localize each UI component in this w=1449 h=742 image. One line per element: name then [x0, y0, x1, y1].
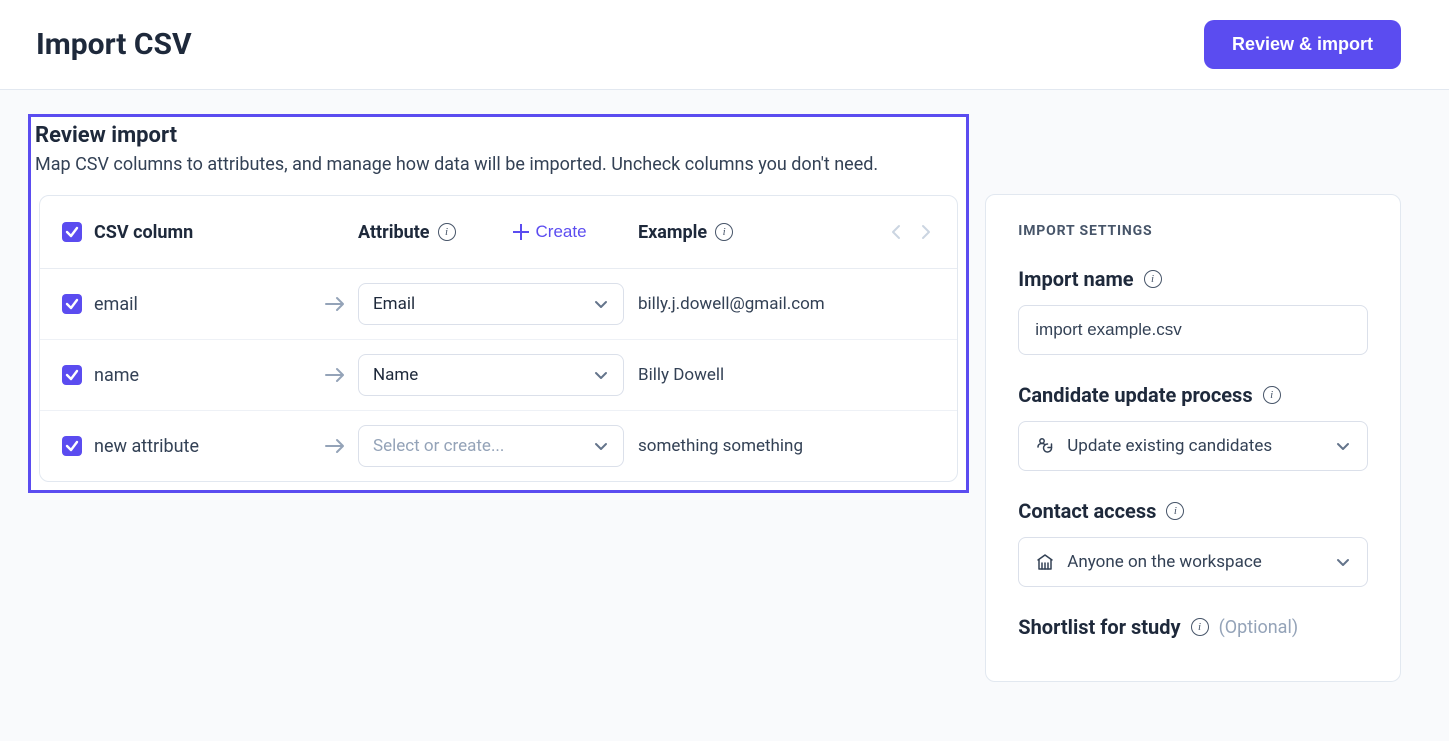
shortlist-label: Shortlist for study — [1018, 615, 1180, 639]
import-name-field: Import name i — [1018, 267, 1368, 355]
page-header: Import CSV Review & import — [0, 0, 1449, 90]
workspace-icon — [1035, 552, 1055, 572]
prev-example-button[interactable] — [887, 220, 905, 244]
row-checkbox[interactable] — [62, 294, 82, 314]
info-icon[interactable]: i — [1191, 618, 1209, 636]
review-import-button[interactable]: Review & import — [1204, 20, 1401, 69]
page-title: Import CSV — [36, 27, 192, 62]
info-icon[interactable]: i — [715, 223, 733, 241]
settings-heading: IMPORT SETTINGS — [1018, 223, 1368, 239]
plus-icon — [512, 223, 530, 241]
csv-column-name: new attribute — [94, 436, 199, 457]
mapping-row: new attribute Select or create... someth… — [40, 410, 957, 481]
info-icon[interactable]: i — [1166, 502, 1184, 520]
contact-access-field: Contact access i Anyone on the workspace — [1018, 499, 1368, 587]
attribute-select[interactable]: Name — [358, 354, 624, 396]
import-name-label: Import name — [1018, 267, 1133, 291]
review-import-panel: Review import Map CSV columns to attribu… — [28, 114, 969, 493]
import-name-input[interactable] — [1018, 305, 1368, 355]
contact-access-dropdown[interactable]: Anyone on the workspace — [1018, 537, 1368, 587]
attribute-select-value: Email — [373, 294, 415, 314]
csv-column-header: CSV column — [94, 222, 193, 243]
csv-column-name: name — [94, 365, 139, 386]
csv-column-name: email — [94, 294, 138, 315]
example-value: billy.j.dowell@gmail.com — [638, 294, 825, 314]
review-title: Review import — [35, 123, 962, 148]
mapping-row: email Email billy.j.dowell@gmail.com — [40, 269, 957, 339]
chevron-down-icon — [1335, 554, 1351, 570]
arrow-right-icon — [323, 436, 347, 456]
row-checkbox[interactable] — [62, 436, 82, 456]
arrow-right-icon — [323, 365, 347, 385]
chevron-down-icon — [593, 367, 609, 383]
example-value: something something — [638, 436, 803, 456]
select-all-checkbox[interactable] — [62, 222, 82, 242]
optional-label: (Optional) — [1219, 617, 1299, 638]
review-subtitle: Map CSV columns to attributes, and manag… — [35, 154, 962, 175]
chevron-down-icon — [593, 438, 609, 454]
refresh-user-icon — [1035, 436, 1055, 456]
import-settings-panel: IMPORT SETTINGS Import name i Candidate … — [985, 194, 1401, 682]
attribute-select[interactable]: Select or create... — [358, 425, 624, 467]
update-process-dropdown[interactable]: Update existing candidates — [1018, 421, 1368, 471]
attribute-select[interactable]: Email — [358, 283, 624, 325]
chevron-down-icon — [593, 296, 609, 312]
example-header: Example — [638, 222, 707, 243]
update-process-label: Candidate update process — [1018, 383, 1252, 407]
attribute-select-value: Name — [373, 365, 418, 385]
chevron-down-icon — [1335, 438, 1351, 454]
info-icon[interactable]: i — [438, 223, 456, 241]
contact-access-label: Contact access — [1018, 499, 1156, 523]
contact-access-value: Anyone on the workspace — [1067, 552, 1262, 572]
mapping-header-row: CSV column Attribute i Create Example i — [40, 196, 957, 269]
create-label: Create — [536, 222, 587, 242]
example-value: Billy Dowell — [638, 365, 724, 385]
row-checkbox[interactable] — [62, 365, 82, 385]
content-area: Review import Map CSV columns to attribu… — [0, 90, 1449, 741]
attribute-select-value: Select or create... — [373, 436, 504, 456]
attribute-header: Attribute — [358, 222, 430, 243]
next-example-button[interactable] — [917, 220, 935, 244]
shortlist-field: Shortlist for study i (Optional) — [1018, 615, 1368, 639]
example-pager — [887, 220, 935, 244]
arrow-right-icon — [323, 294, 347, 314]
create-attribute-button[interactable]: Create — [512, 222, 587, 242]
info-icon[interactable]: i — [1144, 270, 1162, 288]
info-icon[interactable]: i — [1263, 386, 1281, 404]
update-process-field: Candidate update process i Update existi… — [1018, 383, 1368, 471]
update-process-value: Update existing candidates — [1067, 436, 1272, 456]
mapping-row: name Name Billy Dowell — [40, 339, 957, 410]
mapping-table: CSV column Attribute i Create Example i — [39, 195, 958, 482]
